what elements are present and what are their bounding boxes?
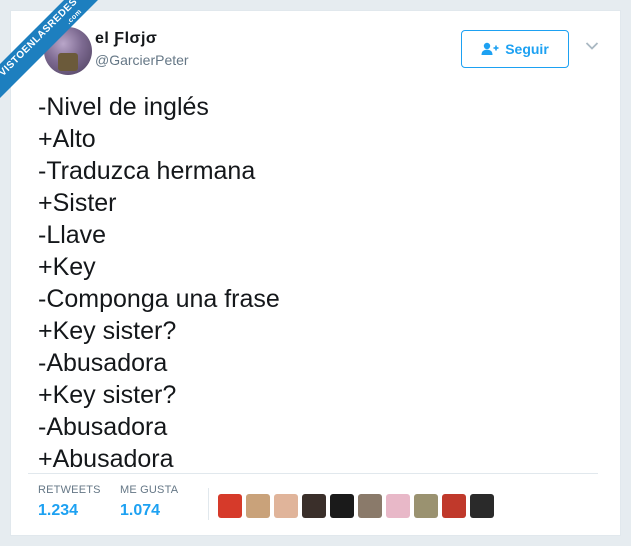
- stats-divider: [208, 488, 209, 520]
- likes-label: ME GUSTA: [120, 484, 179, 496]
- follow-button-label: Seguir: [505, 41, 549, 57]
- tweet-line: -Llave: [38, 221, 107, 249]
- retweets-label: RETWEETS: [38, 484, 101, 496]
- tweet-line: +Key sister?: [38, 381, 177, 409]
- tweet-stats: RETWEETS 1.234 ME GUSTA 1.074: [28, 473, 598, 525]
- tweet-line: -Abusadora: [38, 349, 168, 377]
- liker-avatar[interactable]: [246, 494, 270, 518]
- liker-avatar[interactable]: [302, 494, 326, 518]
- likes-stat[interactable]: ME GUSTA 1.074: [120, 484, 178, 520]
- tweet-text: -Nivel de inglés +Alto -Traduzca hermana…: [38, 91, 598, 475]
- tweet-card: el Ƒlσjσ @GarcierPeter Seguir -Nivel de …: [10, 10, 621, 536]
- liker-avatar[interactable]: [442, 494, 466, 518]
- tweet-header: el Ƒlσjσ @GarcierPeter Seguir: [11, 11, 620, 93]
- tweet-line: -Nivel de inglés: [38, 93, 209, 121]
- tweet-line: +Alto: [38, 125, 96, 153]
- liker-avatar[interactable]: [358, 494, 382, 518]
- liker-avatar[interactable]: [414, 494, 438, 518]
- retweets-count: 1.234: [38, 502, 79, 519]
- retweets-stat[interactable]: RETWEETS 1.234: [38, 484, 101, 520]
- user-handle[interactable]: @GarcierPeter: [95, 52, 189, 68]
- tweet-line: -Abusadora: [38, 413, 168, 441]
- tweet-line: +Sister: [38, 189, 117, 217]
- user-name[interactable]: el Ƒlσjσ: [95, 30, 157, 48]
- tweet-line: +Key: [38, 253, 96, 281]
- liker-avatar[interactable]: [218, 494, 242, 518]
- liker-avatar[interactable]: [470, 494, 494, 518]
- liker-avatar[interactable]: [386, 494, 410, 518]
- add-user-icon: [481, 42, 499, 55]
- liker-avatar[interactable]: [330, 494, 354, 518]
- likes-count: 1.074: [120, 502, 161, 519]
- tweet-line: -Componga una frase: [38, 285, 280, 313]
- chevron-down-icon[interactable]: [585, 41, 599, 51]
- tweet-line: +Key sister?: [38, 317, 177, 345]
- follow-button[interactable]: Seguir: [461, 30, 569, 68]
- tweet-line: -Traduzca hermana: [38, 157, 256, 185]
- liker-avatar[interactable]: [274, 494, 298, 518]
- avatar[interactable]: [44, 27, 92, 75]
- tweet-line: +Abusadora: [38, 445, 174, 473]
